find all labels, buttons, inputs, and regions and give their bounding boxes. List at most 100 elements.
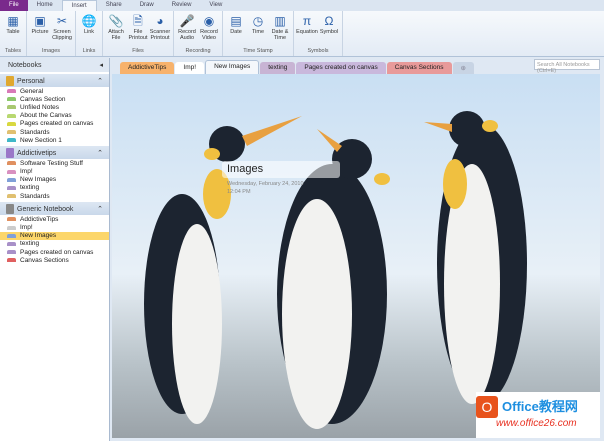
calendar-icon: ▤ [230,14,242,28]
watermark-url: www.office26.com [496,418,577,429]
section-item[interactable]: Pages created on canvas [0,248,109,256]
section-item[interactable]: Standards [0,128,109,136]
section-tab-icon [7,194,16,199]
notebook-generic-notebook[interactable]: Generic Notebook ⌃ [0,202,109,216]
watermark-text: Office教程网 [502,399,578,414]
section-item[interactable]: texting [0,184,109,192]
section-tab[interactable]: New Images [205,60,260,74]
page-canvas[interactable]: Images Wednesday, February 24, 2010 12:04… [112,74,600,438]
section-label: AddictiveTips [20,215,59,223]
file-printout-button[interactable]: 🗎 File Printout [127,12,149,48]
notebook-name: Addictivetips [17,149,57,157]
section-tab-icon [7,105,16,110]
button-label: Scanner Printout [149,29,171,41]
section-item[interactable]: Pages created on canvas [0,120,109,128]
time-button[interactable]: ◷ Time [247,12,269,48]
button-label: Screen Clipping [52,29,72,41]
section-label: New Images [20,232,57,240]
notebooks-title: Notebooks [8,61,42,69]
section-item[interactable]: Canvas Section [0,95,109,103]
section-item[interactable]: Imp! [0,223,109,231]
section-item[interactable]: AddictiveTips [0,215,109,223]
section-tab[interactable]: Pages created on canvas [296,62,386,74]
section-tab[interactable]: Imp! [175,62,205,74]
ribbon-group-recording: 🎤 Record Audio ◉ Record Video Recording [174,11,223,56]
section-item[interactable]: Canvas Sections [0,256,109,264]
notebook-personal[interactable]: Personal ⌃ [0,74,109,87]
scanner-icon: ◕ [156,14,164,28]
section-tab-icon [7,130,16,135]
ribbon-tab-review[interactable]: Review [163,0,201,11]
picture-button[interactable]: ▣ Picture [29,12,51,48]
link-button[interactable]: 🌐 Link [78,12,100,48]
scanner-printout-button[interactable]: ◕ Scanner Printout [149,12,171,48]
section-tab[interactable]: Canvas Sections [386,62,452,74]
watermark: O Office教程网 www.office26.com [476,392,600,438]
group-label: Tables [5,48,21,54]
section-item[interactable]: General [0,87,109,95]
date-time-button[interactable]: ▥ Date & Time [269,12,291,48]
ribbon-tab-insert[interactable]: Insert [61,0,97,11]
section-tab[interactable]: AddictiveTips [120,62,175,74]
group-label: Links [82,48,96,54]
section-item[interactable]: New Images [0,231,109,240]
section-item[interactable]: Imp! [0,168,109,176]
section-item[interactable]: New Section 1 [0,136,109,144]
pi-icon: π [302,14,312,28]
record-audio-button[interactable]: 🎤 Record Audio [176,12,198,48]
date-button[interactable]: ▤ Date [225,12,247,48]
section-item[interactable]: New Images [0,176,109,184]
notebook-icon [6,147,14,158]
ribbon-tab-share[interactable]: Share [97,0,131,11]
collapse-chevron-icon[interactable]: ⌃ [97,149,103,157]
button-label: Table [6,29,20,35]
page-date: Wednesday, February 24, 2010 12:04 PM [227,180,304,196]
add-section-tab[interactable]: ⊕ [452,62,474,74]
collapse-chevron-icon[interactable]: ⌃ [97,205,103,213]
section-tab[interactable]: texting [260,62,296,74]
group-label: Time Stamp [243,48,273,54]
symbol-button[interactable]: Ω Symbol [318,12,340,48]
screen-clipping-button[interactable]: ✂ Screen Clipping [51,12,73,48]
section-tab-icon [7,250,16,255]
page-title[interactable]: Images [222,161,340,178]
notebooks-header: Notebooks ◂ [0,58,109,72]
section-label: Pages created on canvas [20,120,94,128]
collapse-icon[interactable]: ◂ [99,61,103,69]
section-label: Imp! [20,224,33,232]
section-item[interactable]: texting [0,240,109,248]
section-item[interactable]: Software Testing Stuff [0,159,109,167]
ribbon-group-time-stamp: ▤ Date ◷ Time ▥ Date & Time Time Stamp [223,11,294,56]
section-item[interactable]: Unfiled Notes [0,103,109,111]
button-label: Equation [296,29,318,35]
table-button[interactable]: ▦ Table [2,12,24,48]
search-input[interactable]: Search All Notebooks (Ctrl+E) [534,59,600,74]
notebook-header: Generic Notebook [6,203,73,214]
record-video-button[interactable]: ◉ Record Video [198,12,220,48]
section-tab-icon [7,258,16,263]
section-label: texting [20,184,40,192]
section-tab-icon [7,121,16,126]
equation-button[interactable]: π Equation [296,12,318,48]
collapse-chevron-icon[interactable]: ⌃ [97,77,103,85]
office-logo-icon: O [476,396,498,418]
section-label: General [20,87,44,95]
attach-file-button[interactable]: 📎 Attach File [105,12,127,48]
group-buttons: ▣ Picture ✂ Screen Clipping [29,12,73,48]
ribbon-tab-file[interactable]: File [0,0,28,11]
section-item[interactable]: Standards [0,192,109,200]
omega-icon: Ω [324,14,334,28]
button-label: Date & Time [271,29,289,41]
notebook-addictivetips[interactable]: Addictivetips ⌃ [0,146,109,160]
notebook-name: Personal [17,77,45,85]
ribbon-tab-draw[interactable]: Draw [131,0,163,11]
section-tab-icon [7,233,16,238]
screen-clipping-icon: ✂ [56,14,68,28]
ribbon-group-symbols: π Equation Ω Symbol Symbols [294,11,343,56]
ribbon-tab-view[interactable]: View [200,0,231,11]
section-item[interactable]: About the Canvas [0,112,109,120]
ribbon-tab-home[interactable]: Home [28,0,62,11]
button-label: Record Audio [178,29,196,41]
group-label: Recording [185,48,211,54]
button-label: File Printout [128,29,148,41]
